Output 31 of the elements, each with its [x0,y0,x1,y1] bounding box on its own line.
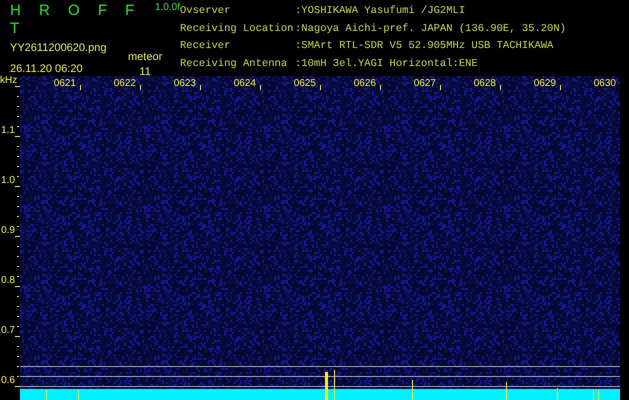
date-time: 26.11.20 06:20 [10,62,84,76]
time-label: 0621 [52,78,76,89]
time-label: 0622 [112,78,136,89]
time-label: 0623 [172,78,196,89]
info-value: :SMArt RTL-SDR V5 52.905MHz USB TACHIKAWA [295,41,554,54]
version-label: 1.0.0f [154,2,180,14]
info-label: Receiving Location [180,24,294,36]
info-value: :YOSHIKAWA Yasufumi /JG2MLI [295,6,466,19]
info-value: :Nagoya Aichi-pref. JAPAN (136.90E, 35.20N) [295,24,566,36]
axis-unit: kHz [0,76,18,86]
info-label: Receiving Antenna [180,58,288,72]
time-label: 0626 [352,78,376,89]
axis-label: 0.6 [1,376,15,386]
app-title: H R O F F T [10,2,142,38]
axis-label: 0.7 [1,326,15,336]
info-value: :10mH 3el.YAGI Horizontal:ENE [295,58,479,72]
time-label: 0630 [592,78,616,89]
mode-label: meteor [128,51,162,63]
time-label: 0627 [412,78,436,89]
axis-label: 1.1 [1,126,15,136]
time-label: 0625 [292,78,316,89]
axis-label: 1.0 [1,176,15,186]
file-name: YY2611200620.png [10,41,106,55]
time-label: 0624 [232,78,256,89]
count-value: 11 [139,65,151,79]
axis-label: 0.9 [1,226,15,236]
time-label: 0629 [532,78,556,89]
axis-label: 0.8 [1,276,15,286]
info-label: Ovserver [180,6,232,19]
time-label: 0628 [472,78,496,89]
info-label: Receiver [180,41,232,54]
